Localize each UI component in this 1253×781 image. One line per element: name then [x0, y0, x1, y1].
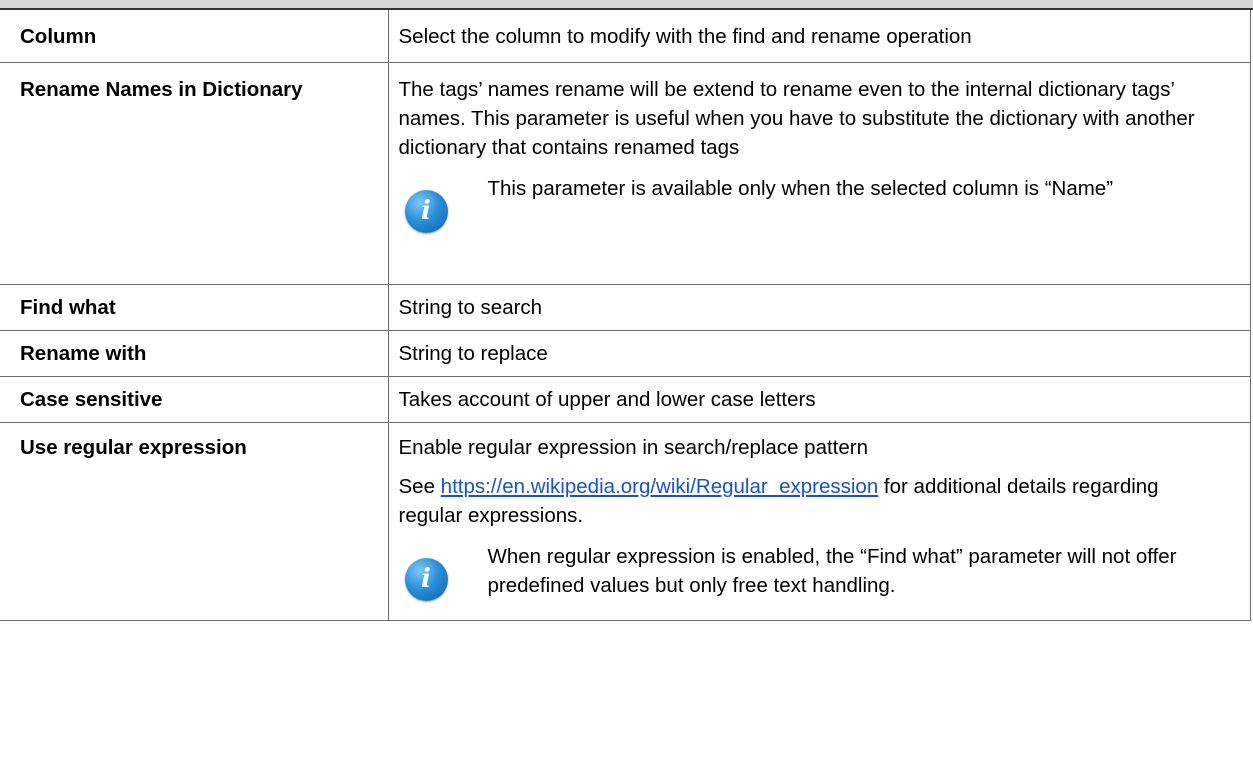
table-row: Use regular expression Enable regular ex…	[0, 421, 1251, 621]
param-name: Column	[0, 10, 389, 63]
description-text: Enable regular expression in search/repl…	[398, 435, 869, 459]
table-row: Case sensitive Takes account of upper an…	[0, 375, 1251, 423]
param-description: Takes account of upper and lower case le…	[387, 375, 1251, 423]
table-row: Rename with String to replace	[0, 329, 1251, 377]
wikipedia-regex-link[interactable]: https://en.wikipedia.org/wiki/Regular_ex…	[441, 475, 879, 498]
param-description: Enable regular expression in search/repl…	[387, 421, 1251, 621]
parameters-table: Column Select the column to modify with …	[0, 10, 1251, 621]
table-row: Find what String to search	[0, 283, 1251, 331]
info-icon: i	[404, 189, 448, 233]
note-text: This parameter is available only when th…	[487, 176, 1114, 200]
description-text: Takes account of upper and lower case le…	[398, 387, 816, 411]
see-also-text: See https://en.wikipedia.org/wiki/Regula…	[399, 472, 1211, 530]
param-description: String to search	[387, 283, 1251, 331]
description-text: String to search	[398, 295, 543, 319]
note-text: When regular expression is enabled, the …	[487, 544, 1177, 597]
param-name: Rename with	[0, 329, 389, 377]
description-text: String to replace	[398, 341, 548, 365]
description-text: Select the column to modify with the fin…	[398, 25, 972, 48]
param-name: Rename Names in Dictionary	[0, 61, 389, 285]
param-description: Select the column to modify with the fin…	[387, 10, 1251, 63]
description-text: The tags’ names rename will be extend to…	[398, 77, 1195, 159]
param-description: The tags’ names rename will be extend to…	[387, 61, 1251, 285]
table-header-bar	[0, 0, 1253, 10]
table-row: Column Select the column to modify with …	[0, 10, 1251, 63]
info-note: i When regular expression is enabled, th…	[399, 540, 1211, 601]
param-description: String to replace	[387, 329, 1251, 377]
see-prefix: See	[398, 474, 441, 498]
table-row: Rename Names in Dictionary The tags’ nam…	[0, 61, 1251, 285]
info-note: i This parameter is available only when …	[399, 172, 1211, 233]
param-name: Find what	[0, 283, 389, 331]
info-icon: i	[404, 557, 448, 601]
param-name: Use regular expression	[0, 421, 389, 621]
param-name: Case sensitive	[0, 375, 389, 423]
